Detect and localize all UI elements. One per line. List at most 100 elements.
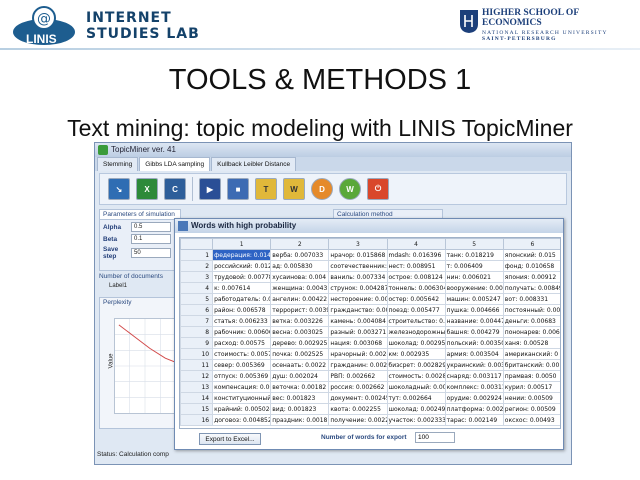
topic-column-header[interactable]: 2 — [270, 238, 330, 250]
row-number-cell[interactable]: 9 — [180, 337, 214, 349]
word-cell[interactable]: шоколадный: 0.00 — [386, 381, 446, 393]
word-cell[interactable]: снаряд: 0.003117 — [444, 370, 504, 382]
tab-kullback-leibler[interactable]: Kullback Leibler Distance — [211, 157, 297, 171]
word-cell[interactable]: прамвая: 0.0050 — [502, 370, 560, 382]
word-cell[interactable]: получение: 0.002255 — [328, 414, 388, 426]
word-cell[interactable]: вес: 0.001823 — [270, 392, 330, 404]
word-cell[interactable]: армия: 0.003504 — [444, 348, 504, 360]
topic-column-header[interactable]: 6 — [502, 238, 560, 250]
word-cell[interactable]: к: 0.007614 — [212, 282, 272, 294]
excel-import-icon[interactable]: X — [136, 178, 158, 200]
param-savestep-input[interactable]: 50 — [131, 248, 171, 258]
export-excel-button[interactable]: Export to Excel... — [199, 433, 261, 445]
table-row[interactable]: 11 север: 0.005369 осенаать: 0.0022 граждан… — [180, 359, 560, 371]
row-number-cell[interactable]: 8 — [180, 326, 214, 338]
row-number-cell[interactable]: 4 — [180, 282, 214, 294]
table-row[interactable]: 12 отпуск: 0.005369 душ: 0.002024 РВП: 0.00… — [180, 370, 560, 382]
stop-icon[interactable]: ■ — [227, 178, 249, 200]
word-cell[interactable]: украинский: 0.00331 — [444, 359, 504, 371]
word-cell[interactable]: РВП: 0.002662 — [328, 370, 388, 382]
d-icon[interactable]: D — [311, 178, 333, 200]
word-cell[interactable]: остер: 0.005642 — [386, 293, 446, 305]
word-cell[interactable]: гражданство: 0.00405 — [328, 304, 388, 316]
topic-document-icon[interactable]: T — [255, 178, 277, 200]
word-cell[interactable]: нестороение: 0.00 — [328, 293, 388, 305]
word-cell[interactable]: душ: 0.002024 — [270, 370, 330, 382]
word-cell[interactable]: машин: 0.005247 — [444, 293, 504, 305]
word-cell[interactable]: польский: 0.003504 — [444, 337, 504, 349]
open-icon[interactable]: ↘ — [108, 178, 130, 200]
word-cell[interactable]: район: 0.006578 — [212, 304, 272, 316]
word-cell[interactable]: участок: 0.002333 — [386, 414, 446, 426]
word-cell[interactable]: работодатель: 0.0 — [212, 293, 272, 305]
word-cell[interactable]: стоимость: 0.0057 — [212, 348, 272, 360]
word-cell[interactable]: платформа: 0.00224 — [444, 403, 504, 415]
row-number-cell[interactable]: 2 — [180, 260, 214, 272]
table-row[interactable]: 2 российский: 0.012 ад: 0.005830 соотечеств… — [180, 260, 560, 272]
row-number-cell[interactable]: 7 — [180, 315, 214, 327]
topic-column-header[interactable]: 4 — [386, 238, 446, 250]
num-words-input[interactable]: 100 — [415, 432, 455, 443]
word-cell[interactable]: нин: 0.006021 — [444, 271, 504, 283]
table-row[interactable]: 5 работодатель: 0.0 ангелин: 0.00422 нестор… — [180, 293, 560, 305]
word-cell[interactable]: оксхос: 0.00493 — [502, 414, 560, 426]
table-row[interactable]: 10 стоимость: 0.0057 почка: 0.002525 нрачор… — [180, 348, 560, 360]
word-cell[interactable]: нест: 0.008951 — [386, 260, 446, 272]
word-cell[interactable]: федерация: 0.014 — [212, 249, 272, 261]
word-cell[interactable]: строительство: 0.0 — [386, 315, 446, 327]
table-row[interactable]: 13 компенсация: 0.00 веточка: 0.00182 росси… — [180, 381, 560, 393]
w-icon[interactable]: W — [339, 178, 361, 200]
word-cell[interactable]: россия: 0.002662 — [328, 381, 388, 393]
word-cell[interactable]: гражданин: 0.00286 — [328, 359, 388, 371]
table-row[interactable]: 7 статья: 0.006233 ветка: 0.003226 камень: … — [180, 315, 560, 327]
topic-column-header[interactable]: 1 — [212, 238, 272, 250]
word-cell[interactable]: орудие: 0.002924 — [444, 392, 504, 404]
word-cell[interactable]: постоянный: 0.006 — [502, 304, 560, 316]
word-cell[interactable]: верба: 0.007033 — [270, 249, 330, 261]
csv-import-icon[interactable]: C — [164, 178, 186, 200]
table-row[interactable]: 16 договоз: 0.004852 праздник: 0.0018 получ… — [180, 414, 560, 426]
word-cell[interactable]: деньги: 0.00683 — [502, 315, 560, 327]
word-cell[interactable]: японский: 0.015 — [502, 249, 560, 261]
word-cell[interactable]: бизсрет: 0.002829 — [386, 359, 446, 371]
word-cell[interactable]: веточка: 0.00182 — [270, 381, 330, 393]
word-cell[interactable]: договоз: 0.004852 — [212, 414, 272, 426]
word-cell[interactable]: пононарев: 0.006 — [502, 326, 560, 338]
word-cell[interactable]: весна: 0.003025 — [270, 326, 330, 338]
table-row[interactable]: 15 крайний: 0.005024 вид: 0.001823 квота: 0… — [180, 403, 560, 415]
param-beta-input[interactable]: 0.1 — [131, 234, 171, 244]
word-cell[interactable]: нация: 0.003068 — [328, 337, 388, 349]
word-cell[interactable]: нении: 0.00509 — [502, 392, 560, 404]
word-cell[interactable]: курил: 0.00517 — [502, 381, 560, 393]
row-number-cell[interactable]: 11 — [180, 359, 214, 371]
word-cell[interactable]: вот: 0.008331 — [502, 293, 560, 305]
table-row[interactable]: 9 расход: 0.00575 дерево: 0.002925 нация: 0… — [180, 337, 560, 349]
table-row[interactable]: 8 рабочник: 0.00606 весна: 0.003025 разный:… — [180, 326, 560, 338]
word-cell[interactable]: север: 0.005369 — [212, 359, 272, 371]
table-row[interactable]: 3 трудовой: 0.00778 хусаинова: 0.004 ваниль… — [180, 271, 560, 283]
table-row[interactable]: 14 конституционный вес: 0.001823 документ: … — [180, 392, 560, 404]
word-cell[interactable]: женщина: 0.0043 — [270, 282, 330, 294]
row-number-cell[interactable]: 5 — [180, 293, 214, 305]
word-cell[interactable]: mdash: 0.016396 — [386, 249, 446, 261]
word-cell[interactable]: крайний: 0.005024 — [212, 403, 272, 415]
word-cell[interactable]: террорист: 0.0039 — [270, 304, 330, 316]
word-cell[interactable]: тут: 0.002664 — [386, 392, 446, 404]
word-cell[interactable]: шоколад: 0.002955 — [386, 337, 446, 349]
word-cell[interactable]: вид: 0.001823 — [270, 403, 330, 415]
topic-word-icon[interactable]: W — [283, 178, 305, 200]
word-cell[interactable]: конституционный — [212, 392, 272, 404]
word-cell[interactable]: расход: 0.00575 — [212, 337, 272, 349]
word-cell[interactable]: вооружение: 0.0054 — [444, 282, 504, 294]
word-cell[interactable]: название: 0.00447 — [444, 315, 504, 327]
word-cell[interactable]: американский: 0 — [502, 348, 560, 360]
word-cell[interactable]: ад: 0.005830 — [270, 260, 330, 272]
row-number-header[interactable] — [180, 238, 214, 250]
exit-icon[interactable]: ⏻ — [367, 178, 389, 200]
topic-column-header[interactable]: 5 — [444, 238, 504, 250]
row-number-cell[interactable]: 13 — [180, 381, 214, 393]
word-cell[interactable]: стоимость: 0.0028 — [386, 370, 446, 382]
word-cell[interactable]: отпуск: 0.005369 — [212, 370, 272, 382]
word-cell[interactable]: фонд: 0.010658 — [502, 260, 560, 272]
word-cell[interactable]: праздник: 0.0018 — [270, 414, 330, 426]
